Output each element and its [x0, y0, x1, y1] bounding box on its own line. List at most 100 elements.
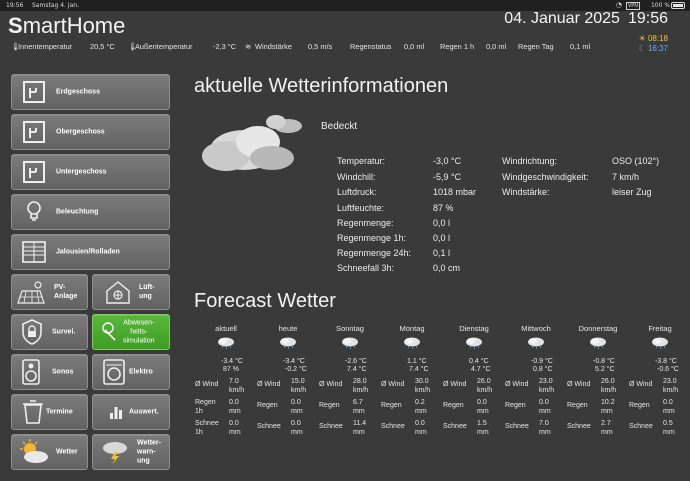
forecast-temp-1: 1.1 °C	[407, 358, 427, 365]
rain-hour-value: 0,0 ml	[486, 42, 507, 51]
forecast-snow-label: Schnee	[381, 423, 405, 430]
rain-1h-value: 0,0 l	[433, 233, 451, 243]
forecast-wind-label: Ø Wind	[505, 381, 529, 388]
wind-direction-value: OSO (102°)	[612, 156, 660, 166]
forecast-rain-label: Regen	[629, 402, 650, 409]
humidity-value: 87 %	[433, 203, 454, 213]
current-weather-title: aktuelle Wetterinformationen	[194, 75, 449, 97]
forecast-rain-value: 0.0 mm	[291, 399, 303, 415]
forecast-rain-label: Regen	[443, 402, 464, 409]
nav-sonos-button[interactable]: Sonos	[11, 354, 88, 390]
forecast-snow-label: Schnee	[505, 423, 529, 430]
nav-termine-button[interactable]: Termine	[11, 394, 88, 430]
cloud-snow-icon	[466, 337, 482, 349]
wifi-icon: ◔	[615, 1, 624, 9]
forecast-temp-1: -3.4 °C	[283, 358, 305, 365]
forecast-wind-value: 30.0 km/h	[415, 378, 431, 394]
nav-abwesenheit-label: Abwesen-heits-simulation	[123, 319, 155, 345]
nav-erdgeschoss-label: Erdgeschoss	[56, 88, 100, 96]
logo-text: martHome	[22, 13, 126, 38]
wind-direction-label: Windrichtung:	[502, 156, 558, 166]
forecast-wind-label: Ø Wind	[567, 381, 591, 388]
cloud-snow-icon	[528, 337, 544, 349]
nav-abwesenheit-button[interactable]: Abwesen-heits-simulation	[92, 314, 170, 350]
snowfall-value: 0,0 cm	[433, 263, 461, 273]
forecast-wind-label: Ø Wind	[381, 381, 405, 388]
forecast-snow-value: 11.4 mm	[353, 420, 367, 436]
forecast-wind-value: 23.0 km/h	[539, 378, 555, 394]
forecast-temp-2: 4.7 °C	[471, 366, 491, 373]
bar-chart-icon	[110, 407, 122, 419]
nav-surveil-button[interactable]: Survei.	[11, 314, 88, 350]
forecast-snow-value: 7.0 mm	[539, 420, 551, 436]
nav-beleuchtung-button[interactable]: Beleuchtung	[11, 194, 170, 230]
light-bulb-icon	[27, 201, 41, 221]
sunset: ☾ 16:37	[639, 44, 668, 54]
forecast-snow-value: 0.5 mm	[663, 420, 675, 436]
forecast-snow-value: 0.0 mm	[229, 420, 241, 436]
nav-lueftung-button[interactable]: Lüft-ung	[92, 274, 170, 310]
nav-elektro-button[interactable]: Elektro	[92, 354, 170, 390]
forecast-day-name: Mittwoch	[521, 324, 551, 333]
windchill-value: -5,9 °C	[433, 172, 462, 182]
nav-termine-label: Termine	[46, 408, 73, 416]
wind-strength-label: Windstärke	[255, 42, 292, 51]
wind-force-label: Windstärke:	[502, 187, 550, 197]
cloud-snow-icon	[404, 337, 420, 349]
nav-auswert-label: Auswert.	[129, 408, 159, 416]
rain-status-label: Regenstatus	[350, 42, 392, 51]
status-time: 19:56	[6, 2, 24, 9]
nav-erdgeschoss-button[interactable]: Erdgeschoss	[11, 74, 170, 110]
washing-machine-icon	[103, 359, 125, 385]
cloud-snow-icon	[652, 337, 668, 349]
floorplan-icon	[23, 121, 45, 143]
forecast-temp-1: -0.9 °C	[531, 358, 553, 365]
forecast-rain-label: Regen	[505, 402, 526, 409]
forecast-rain-label: Regen 1h	[195, 399, 216, 415]
forecast-day-name: Montag	[399, 324, 425, 333]
nav-pv-button[interactable]: PV- Anlage	[11, 274, 88, 310]
forecast-wind-label: Ø Wind	[629, 381, 653, 388]
rain-24h-value: 0,1 l	[433, 248, 451, 258]
inside-temp-label: Innentemperatur	[18, 42, 73, 51]
forecast-snow-value: 2.7 mm	[601, 420, 613, 436]
forecast-day-name: heute	[278, 324, 298, 333]
ventilation-icon	[106, 281, 130, 304]
rain-amount-label: Regenmenge:	[337, 218, 394, 228]
pressure-label: Luftdruck:	[337, 187, 377, 197]
forecast-wind-value: 26.0 km/h	[477, 378, 493, 394]
forecast-snow-value: 1.5 mm	[477, 420, 489, 436]
app-logo: SmartHome	[8, 13, 125, 39]
windchill-label: Windchill:	[337, 172, 376, 182]
forecast-wind-label: Ø Wind	[319, 381, 343, 388]
forecast-snow-label: Schnee	[567, 423, 591, 430]
forecast-temp-2: -0.6 °C	[657, 366, 679, 373]
pressure-value: 1018 mbar	[433, 187, 477, 197]
forecast-rain-value: 0.0 mm	[663, 399, 675, 415]
forecast-wind-label: Ø Wind	[443, 381, 467, 388]
nav-wetterwarnung-button[interactable]: Wetter-warn-ung	[92, 434, 170, 470]
forecast-day-name: aktuell	[215, 324, 237, 333]
nav-jalousien-button[interactable]: Jalousien/Rolladen	[11, 234, 170, 270]
forecast-snow-label: Schnee	[319, 423, 343, 430]
forecast-snow-value: 0.0 mm	[291, 420, 303, 436]
header-date: 04. Januar 2025	[504, 10, 620, 27]
trash-bin-icon	[23, 400, 43, 424]
wind-icon: ≋	[245, 42, 252, 51]
forecast-wind-value: 15.0 km/h	[291, 378, 307, 394]
forecast-rain-value: 0.0 mm	[539, 399, 551, 415]
speaker-icon	[22, 359, 40, 385]
weather-condition: Bedeckt	[321, 121, 358, 132]
nav-wetter-button[interactable]: Wetter	[11, 434, 88, 470]
floorplan-icon	[23, 81, 45, 103]
nav-wetter-label: Wetter	[56, 448, 78, 456]
blinds-icon	[22, 241, 46, 263]
nav-obergeschoss-button[interactable]: Obergeschoss	[11, 114, 170, 150]
nav-obergeschoss-label: Obergeschoss	[56, 128, 105, 136]
floorplan-icon	[23, 161, 45, 183]
inside-temp-value: 20,5 °C	[90, 42, 115, 51]
sunset-time: 16:37	[647, 44, 668, 53]
cloud-snow-icon	[280, 337, 296, 349]
nav-untergeschoss-button[interactable]: Untergeschoss	[11, 154, 170, 190]
nav-auswert-button[interactable]: Auswert.	[92, 394, 170, 430]
